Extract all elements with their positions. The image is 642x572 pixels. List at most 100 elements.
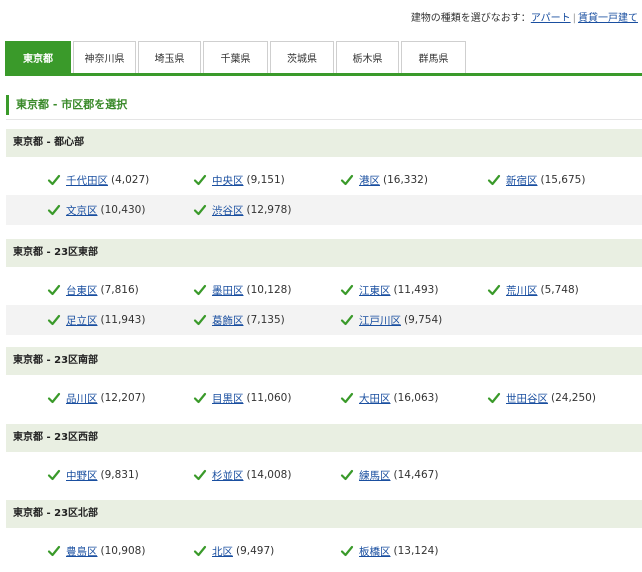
ward-option[interactable]: 練馬区 (14,467) [340,460,438,490]
checkmark-icon[interactable] [47,313,61,327]
ward-name-link[interactable]: 目黒区 [212,391,244,406]
ward-name-link[interactable]: 大田区 [359,391,391,406]
ward-name-link[interactable]: 渋谷区 [212,203,244,218]
checkmark-icon[interactable] [340,544,354,558]
ward-name-link[interactable]: 練馬区 [359,468,391,483]
group-heading: 東京都 - 23区西部 [6,424,642,452]
ward-row: 品川区 (12,207) 目黒区 (11,060) 大田区 (16,063) 世田谷区 (24… [6,383,642,413]
ward-option[interactable]: 渋谷区 (12,978) [193,195,291,225]
ward-name-link[interactable]: 中央区 [212,173,244,188]
ward-name-link[interactable]: 港区 [359,173,380,188]
ward-name-link[interactable]: 文京区 [66,203,98,218]
ward-option[interactable]: 江東区 (11,493) [340,275,438,305]
tab-prefecture-3[interactable]: 埼玉県 [138,41,201,73]
tab-prefecture-6[interactable]: 栃木県 [336,41,399,73]
tab-prefecture-1[interactable]: 東京都 [5,41,71,73]
listing-count: (10,128) [246,284,292,296]
listing-count: (9,497) [236,545,275,557]
tab-prefecture-5[interactable]: 茨城県 [270,41,334,73]
ward-name-link[interactable]: 中野区 [66,468,98,483]
checkmark-icon[interactable] [340,283,354,297]
ward-option[interactable]: 千代田区 (4,027) [47,165,149,195]
checkmark-icon[interactable] [47,203,61,217]
listing-count: (11,060) [246,392,292,404]
checkmark-icon[interactable] [193,203,207,217]
listing-count: (9,151) [246,174,285,186]
ward-option[interactable]: 目黒区 (11,060) [193,383,291,413]
checkmark-icon[interactable] [47,391,61,405]
checkmark-icon[interactable] [487,173,501,187]
checkmark-icon[interactable] [47,173,61,187]
listing-count: (12,978) [246,204,292,216]
ward-option[interactable]: 中央区 (9,151) [193,165,285,195]
ward-option[interactable]: 港区 (16,332) [340,165,428,195]
listing-count: (24,250) [551,392,596,404]
ward-option[interactable]: 荒川区 (5,748) [487,275,579,305]
ward-option[interactable]: 葛飾区 (7,135) [193,305,285,335]
tab-prefecture-2[interactable]: 神奈川県 [73,41,136,73]
listing-count: (14,008) [246,469,292,481]
checkmark-icon[interactable] [340,391,354,405]
ward-option[interactable]: 中野区 (9,831) [47,460,139,490]
group-heading: 東京都 - 23区北部 [6,500,642,528]
checkmark-icon[interactable] [47,468,61,482]
ward-option[interactable]: 墨田区 (10,128) [193,275,291,305]
checkmark-icon[interactable] [340,313,354,327]
ward-option[interactable]: 北区 (9,497) [193,536,274,566]
building-type-prompt: 建物の種類を選びなおす： [410,13,531,24]
ward-name-link[interactable]: 品川区 [66,391,98,406]
checkmark-icon[interactable] [193,468,207,482]
ward-name-link[interactable]: 台東区 [66,283,98,298]
checkmark-icon[interactable] [193,313,207,327]
ward-name-link[interactable]: 江戸川区 [359,313,401,328]
ward-option[interactable]: 杉並区 (14,008) [193,460,291,490]
ward-option[interactable]: 品川区 (12,207) [47,383,145,413]
prefecture-tabs: 東京都 神奈川県 埼玉県 千葉県 茨城県 栃木県 群馬県 [5,41,642,73]
apartment-link[interactable]: アパート [531,13,571,24]
checkmark-icon[interactable] [47,283,61,297]
ward-name-link[interactable]: 北区 [212,544,233,559]
ward-option[interactable]: 大田区 (16,063) [340,383,438,413]
tab-prefecture-4[interactable]: 千葉県 [203,41,268,73]
ward-option[interactable]: 文京区 (10,430) [47,195,145,225]
tab-prefecture-7[interactable]: 群馬県 [401,41,466,73]
ward-name-link[interactable]: 世田谷区 [506,391,548,406]
ward-name-link[interactable]: 足立区 [66,313,98,328]
ward-name-link[interactable]: 豊島区 [66,544,98,559]
checkmark-icon[interactable] [193,544,207,558]
ward-option[interactable]: 世田谷区 (24,250) [487,383,596,413]
ward-name-link[interactable]: 荒川区 [506,283,538,298]
checkmark-icon[interactable] [193,391,207,405]
ward-group: 東京都 - 都心部 千代田区 (4,027) 中央区 (9,151) 港区 (16,332)… [6,129,642,225]
checkmark-icon[interactable] [193,173,207,187]
ward-option[interactable]: 足立区 (11,943) [47,305,145,335]
listing-count: (11,493) [393,284,439,296]
link-separator: | [572,13,576,24]
ward-name-link[interactable]: 板橋区 [359,544,391,559]
ward-group: 東京都 - 23区南部 品川区 (12,207) 目黒区 (11,060) 大田区 (16,… [6,347,642,405]
ward-option[interactable]: 豊島区 (10,908) [47,536,145,566]
listing-count: (15,675) [540,174,586,186]
ward-name-link[interactable]: 江東区 [359,283,391,298]
ward-option[interactable]: 江戸川区 (9,754) [340,305,442,335]
listing-count: (11,943) [100,314,146,326]
listing-count: (7,135) [246,314,285,326]
checkmark-icon[interactable] [487,283,501,297]
ward-group: 東京都 - 23区西部 中野区 (9,831) 杉並区 (14,008) 練馬区 (14,4… [6,424,642,482]
ward-option[interactable]: 板橋区 (13,124) [340,536,438,566]
checkmark-icon[interactable] [340,468,354,482]
checkmark-icon[interactable] [487,391,501,405]
ward-name-link[interactable]: 墨田区 [212,283,244,298]
ward-name-link[interactable]: 千代田区 [66,173,108,188]
ward-name-link[interactable]: 葛飾区 [212,313,244,328]
ward-row: 文京区 (10,430) 渋谷区 (12,978) [6,195,642,225]
listing-count: (5,748) [540,284,579,296]
checkmark-icon[interactable] [193,283,207,297]
ward-option[interactable]: 新宿区 (15,675) [487,165,585,195]
ward-name-link[interactable]: 新宿区 [506,173,538,188]
checkmark-icon[interactable] [47,544,61,558]
ward-name-link[interactable]: 杉並区 [212,468,244,483]
checkmark-icon[interactable] [340,173,354,187]
house-link[interactable]: 賃貸一戸建て [578,13,638,24]
ward-option[interactable]: 台東区 (7,816) [47,275,139,305]
